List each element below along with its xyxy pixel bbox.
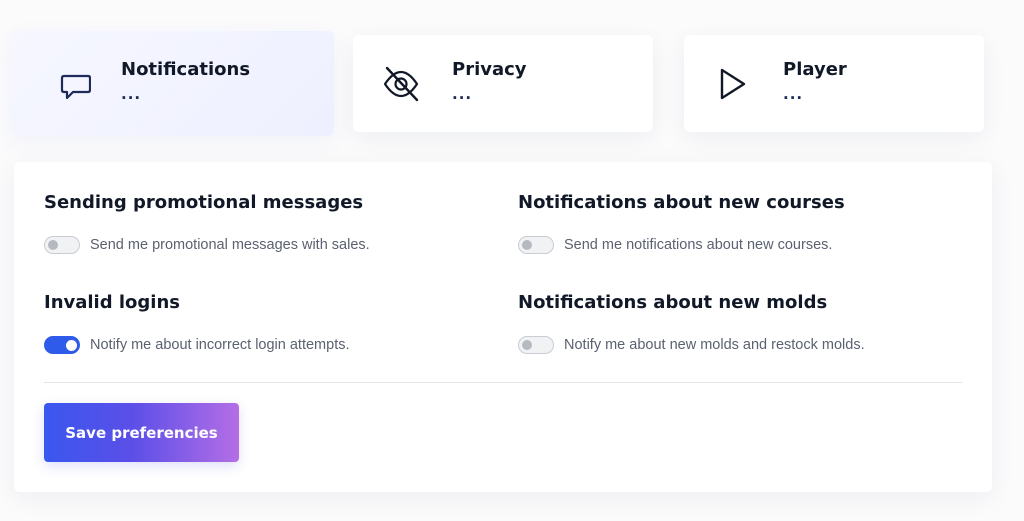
new-courses-toggle-label: Send me notifications about new courses.: [564, 237, 833, 253]
invalid-logins-toggle[interactable]: [44, 336, 80, 354]
setting-new-molds-title: Notifications about new molds: [518, 292, 828, 313]
preferences-panel: Sending promotional messages Send me pro…: [14, 162, 992, 492]
new-courses-toggle[interactable]: [518, 236, 554, 254]
tab-notifications-title: Notifications: [121, 59, 251, 80]
setting-promotional-row: Send me promotional messages with sales.: [44, 236, 370, 254]
setting-invalid-logins-row: Notify me about incorrect login attempts…: [44, 336, 350, 354]
promotional-toggle[interactable]: [44, 236, 80, 254]
message-square-icon: [60, 74, 102, 135]
setting-promotional-title: Sending promotional messages: [44, 192, 364, 213]
setting-invalid-logins-title: Invalid logins: [44, 292, 181, 313]
toggle-knob: [522, 240, 532, 250]
setting-new-courses: Notifications about new courses Send me …: [518, 192, 845, 254]
tab-privacy-title: Privacy: [452, 59, 527, 80]
save-preferences-button[interactable]: Save preferencies: [44, 403, 239, 462]
setting-new-molds: Notifications about new molds Notify me …: [518, 292, 865, 354]
eye-off-icon: [381, 64, 421, 104]
setting-new-courses-row: Send me notifications about new courses.: [518, 236, 832, 254]
toggle-knob: [522, 340, 532, 350]
invalid-logins-toggle-label: Notify me about incorrect login attempts…: [90, 337, 350, 353]
new-molds-toggle[interactable]: [518, 336, 554, 354]
tab-player-title: Player: [783, 59, 847, 80]
setting-promotional: Sending promotional messages Send me pro…: [44, 192, 370, 254]
toggle-knob: [66, 339, 77, 351]
setting-invalid-logins: Invalid logins Notify me about incorrect…: [44, 292, 350, 354]
settings-tabs: Notifications ... Privacy ... Player ...: [0, 0, 1024, 150]
toggle-knob: [48, 240, 58, 250]
promotional-toggle-label: Send me promotional messages with sales.: [90, 237, 370, 253]
tab-privacy[interactable]: Privacy ...: [353, 35, 653, 132]
tab-player[interactable]: Player ...: [684, 35, 984, 132]
tab-notifications[interactable]: Notifications ...: [11, 31, 334, 136]
tab-privacy-subtitle: ...: [452, 85, 473, 103]
tab-notifications-subtitle: ...: [121, 85, 142, 103]
new-molds-toggle-label: Notify me about new molds and restock mo…: [564, 337, 865, 353]
setting-new-molds-row: Notify me about new molds and restock mo…: [518, 336, 865, 354]
tab-player-subtitle: ...: [783, 85, 804, 103]
divider: [44, 382, 962, 383]
setting-new-courses-title: Notifications about new courses: [518, 192, 845, 213]
play-icon: [712, 64, 752, 104]
